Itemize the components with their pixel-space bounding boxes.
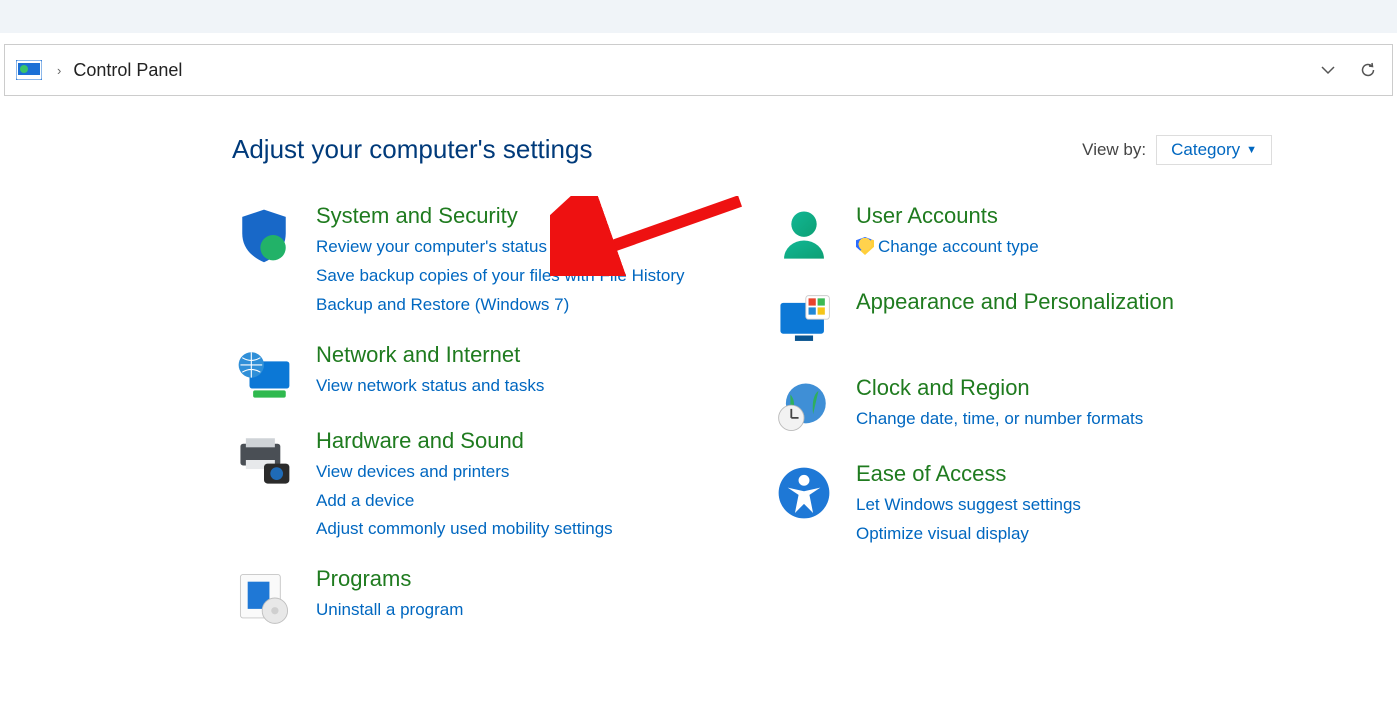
title-strip (0, 0, 1397, 33)
category-link[interactable]: Adjust commonly used mobility settings (316, 515, 613, 544)
category-title[interactable]: System and Security (316, 203, 685, 229)
view-by-label: View by: (1082, 140, 1146, 160)
shield-icon (232, 203, 296, 267)
category-link[interactable]: Change account type (856, 233, 1039, 262)
history-dropdown-button[interactable] (1314, 56, 1342, 84)
category-system-security: System and Security Review your computer… (232, 203, 732, 320)
globe-clock-icon (772, 375, 836, 439)
monitor-palette-icon (772, 289, 836, 353)
breadcrumb-separator-icon: › (57, 63, 61, 78)
address-bar: › Control Panel (4, 44, 1393, 96)
heading-row: Adjust your computer's settings View by:… (232, 134, 1272, 165)
category-link[interactable]: Backup and Restore (Windows 7) (316, 291, 685, 320)
category-clock-region: Clock and Region Change date, time, or n… (772, 375, 1272, 439)
category-title[interactable]: Ease of Access (856, 461, 1081, 487)
category-title[interactable]: Hardware and Sound (316, 428, 613, 454)
category-link[interactable]: Change date, time, or number formats (856, 405, 1143, 434)
content-area: Adjust your computer's settings View by:… (0, 96, 1397, 652)
accessibility-icon (772, 461, 836, 525)
view-by-control: View by: Category ▼ (1082, 135, 1272, 165)
category-title[interactable]: Appearance and Personalization (856, 289, 1174, 315)
category-ease-of-access: Ease of Access Let Windows suggest setti… (772, 461, 1272, 549)
user-icon (772, 203, 836, 267)
left-column: System and Security Review your computer… (232, 203, 732, 652)
category-title[interactable]: Clock and Region (856, 375, 1143, 401)
category-link[interactable]: Optimize visual display (856, 520, 1081, 549)
dropdown-caret-icon: ▼ (1246, 144, 1257, 156)
category-link[interactable]: Uninstall a program (316, 596, 463, 625)
category-link[interactable]: View devices and printers (316, 458, 613, 487)
globe-monitor-icon (232, 342, 296, 406)
view-by-value: Category (1171, 140, 1240, 160)
programs-disc-icon (232, 566, 296, 630)
category-link[interactable]: Let Windows suggest settings (856, 491, 1081, 520)
category-link[interactable]: Save backup copies of your files with Fi… (316, 262, 685, 291)
breadcrumb-location[interactable]: Control Panel (73, 60, 182, 81)
category-title[interactable]: User Accounts (856, 203, 1039, 229)
category-user-accounts: User Accounts Change account type (772, 203, 1272, 267)
control-panel-icon (15, 59, 43, 81)
category-programs: Programs Uninstall a program (232, 566, 732, 630)
category-network-internet: Network and Internet View network status… (232, 342, 732, 406)
page-title: Adjust your computer's settings (232, 134, 592, 165)
category-hardware-sound: Hardware and Sound View devices and prin… (232, 428, 732, 545)
right-column: User Accounts Change account type (772, 203, 1272, 652)
view-by-dropdown[interactable]: Category ▼ (1156, 135, 1272, 165)
category-link[interactable]: Add a device (316, 487, 613, 516)
printer-camera-icon (232, 428, 296, 492)
refresh-button[interactable] (1354, 56, 1382, 84)
category-appearance-personalization: Appearance and Personalization (772, 289, 1272, 353)
category-link[interactable]: Review your computer's status (316, 233, 685, 262)
category-link[interactable]: View network status and tasks (316, 372, 544, 401)
category-title[interactable]: Network and Internet (316, 342, 544, 368)
category-title[interactable]: Programs (316, 566, 463, 592)
